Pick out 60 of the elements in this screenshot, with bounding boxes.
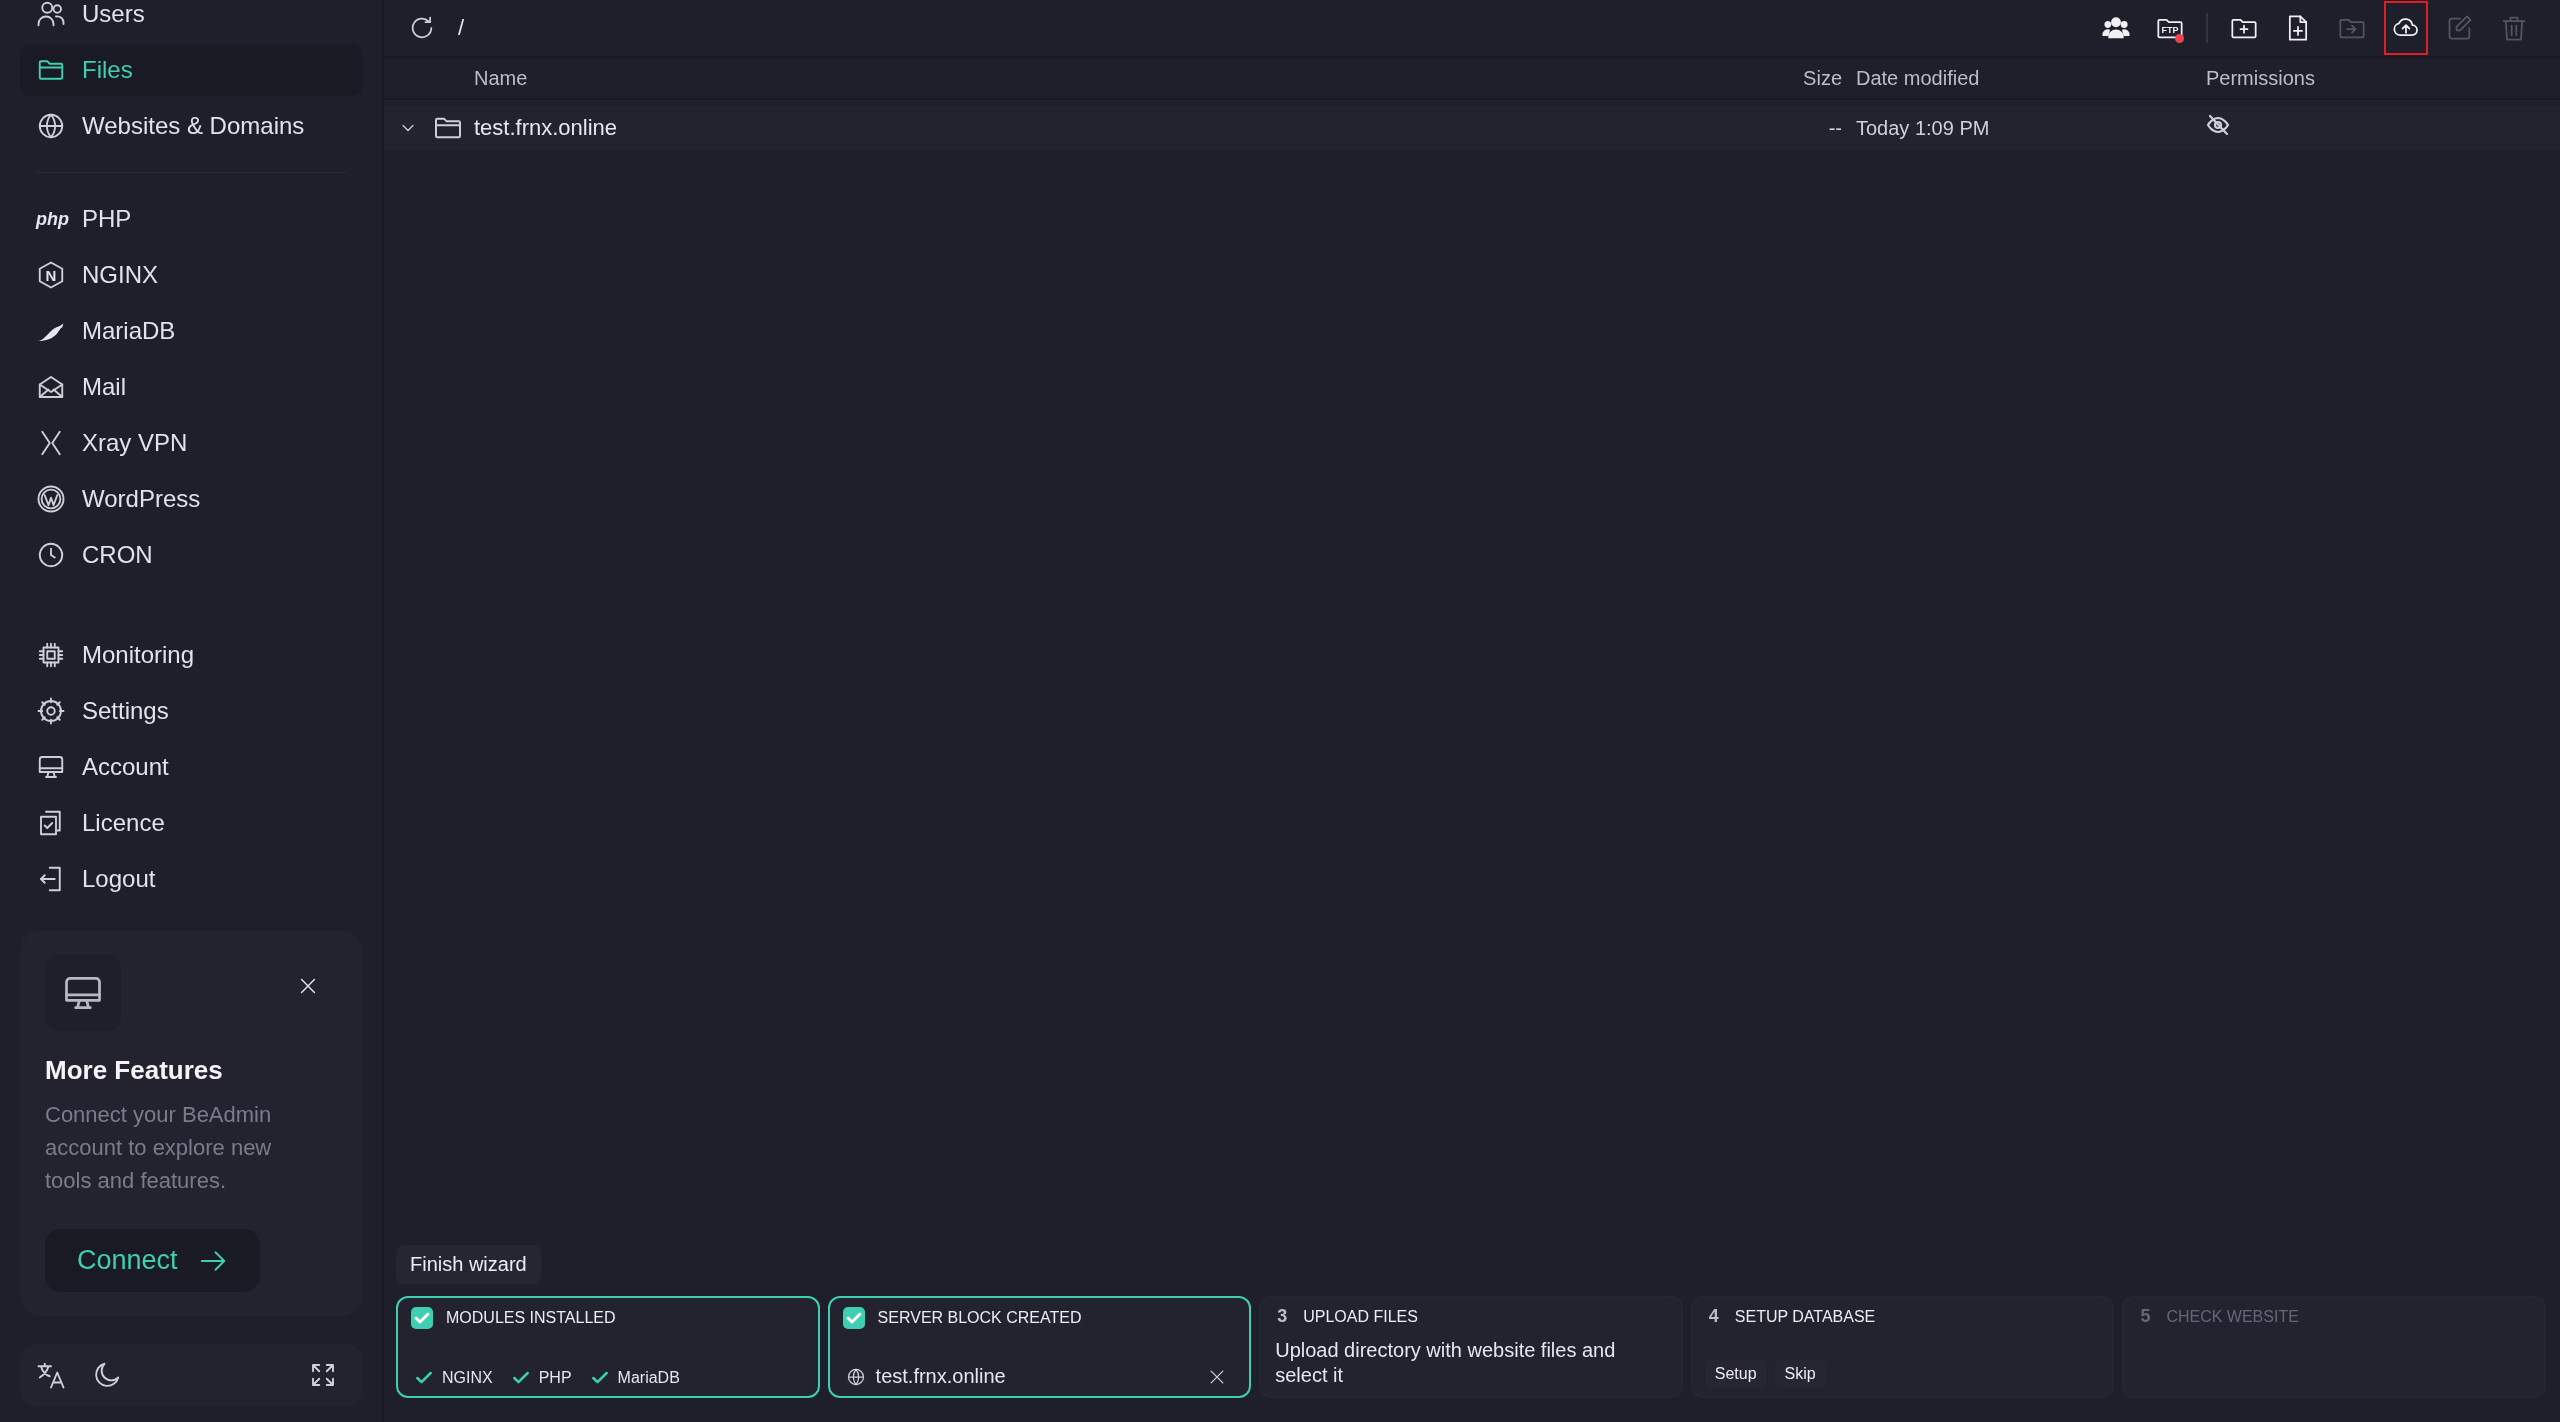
- sidebar-item[interactable]: CRON: [20, 529, 362, 581]
- sidebar-item[interactable]: Licence: [20, 797, 362, 849]
- cloud-upload-button[interactable]: [2384, 1, 2428, 55]
- sidebar-item[interactable]: N NGINX: [20, 249, 362, 301]
- column-header[interactable]: Size: [1762, 66, 1842, 90]
- sidebar-item[interactable]: MariaDB: [20, 305, 362, 357]
- chip-icon: [36, 640, 66, 670]
- sidebar-item[interactable]: Xray VPN: [20, 417, 362, 469]
- sidebar-item[interactable]: Account: [20, 741, 362, 793]
- connect-button[interactable]: Connect: [45, 1229, 260, 1292]
- domain-name: test.frnx.online: [875, 1365, 1006, 1388]
- column-header[interactable]: Name: [434, 66, 1762, 90]
- path-breadcrumb[interactable]: /: [458, 15, 465, 41]
- checkbox-checked-icon: [841, 1306, 866, 1330]
- module-label: MariaDB: [617, 1369, 680, 1387]
- sidebar-item[interactable]: Websites & Domains: [20, 100, 362, 152]
- clock-icon: [36, 540, 66, 570]
- step-number: 3: [1276, 1306, 1289, 1327]
- circle-logo-icon: [36, 484, 66, 514]
- module-label: NGINX: [442, 1369, 493, 1387]
- sidebar-item[interactable]: Users: [20, 0, 362, 40]
- globe-icon: [845, 1366, 866, 1387]
- translate-icon[interactable]: [36, 1360, 66, 1390]
- sidebar-item[interactable]: WordPress: [20, 473, 362, 525]
- step-title: SERVER BLOCK CREATED: [877, 1309, 1082, 1327]
- users-icon: [36, 0, 66, 29]
- file-size: --: [1827, 116, 1842, 140]
- moon-icon[interactable]: [92, 1360, 122, 1390]
- column-header[interactable]: Permissions: [2206, 66, 2546, 90]
- edit-icon: [2446, 14, 2474, 42]
- folder-button[interactable]: FTP: [2148, 1, 2192, 55]
- module-label: PHP: [538, 1369, 572, 1387]
- sidebar-item[interactable]: Settings: [20, 685, 362, 737]
- sidebar-item[interactable]: Mail: [20, 361, 362, 413]
- sidebar-item[interactable]: Logout: [20, 853, 362, 905]
- promo-title: More Features: [45, 1055, 224, 1086]
- file-row[interactable]: test.frnx.online -- Today 1:09 PM: [384, 106, 2560, 150]
- step-number: 4: [1707, 1306, 1720, 1327]
- file-name: test.frnx.online: [474, 115, 618, 141]
- file-date: Today 1:09 PM: [1855, 116, 1991, 140]
- globe-icon: [36, 111, 66, 141]
- column-header[interactable]: Date modified: [1842, 66, 2206, 90]
- trash-icon: [2500, 14, 2528, 42]
- php-logo-icon: php: [36, 208, 70, 230]
- step-title: UPLOAD FILES: [1303, 1307, 1418, 1326]
- step-title: SETUP DATABASE: [1734, 1307, 1876, 1326]
- monitor-icon: [45, 955, 121, 1031]
- sidebar-item[interactable]: Monitoring: [20, 629, 362, 681]
- finish-wizard-button[interactable]: Finish wizard: [396, 1245, 541, 1284]
- sidebar-item[interactable]: php PHP: [20, 193, 362, 245]
- step-number: 5: [2139, 1306, 2152, 1327]
- hexagon-logo-icon: N: [36, 260, 66, 290]
- step-title: CHECK WEBSITE: [2166, 1307, 2299, 1326]
- sidebar-item[interactable]: Files: [20, 44, 362, 96]
- settings-icon: [36, 696, 66, 726]
- eye-off-icon: [2206, 113, 2230, 137]
- promo-text: Connect your BeAdmin account to explore new tools and features.: [45, 1101, 273, 1195]
- step-description: Upload directory with website files and select it: [1274, 1338, 1617, 1388]
- checkbox-checked-icon: [410, 1306, 434, 1330]
- step-title: MODULES INSTALLED: [446, 1309, 616, 1327]
